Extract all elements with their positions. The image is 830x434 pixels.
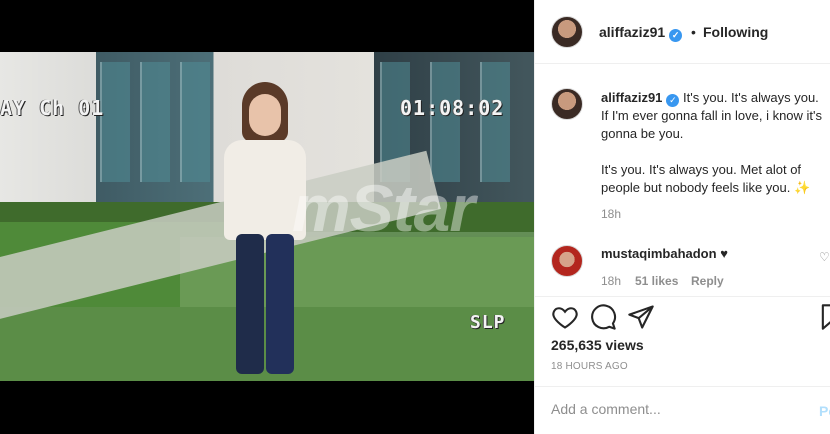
separator-dot: •	[691, 24, 696, 40]
caption-text: aliffaziz91 ✓ It's you. It's always you. …	[601, 89, 823, 197]
post-header: aliffaziz91 ✓ • Following	[535, 0, 830, 64]
verified-badge-icon: ✓	[669, 29, 683, 42]
caption-username[interactable]: aliffaziz91	[601, 90, 662, 105]
vhs-mode-overlay: SLP	[470, 312, 506, 333]
save-bookmark-icon[interactable]	[817, 303, 830, 331]
verified-badge-icon: ✓	[666, 94, 680, 107]
add-comment-input[interactable]	[551, 401, 791, 417]
post-comment-button[interactable]: Po	[819, 403, 830, 419]
commenter-username[interactable]: mustaqimbahadon	[601, 246, 717, 261]
view-count[interactable]: 265,635 views	[551, 337, 644, 353]
vhs-timecode-overlay: 01:08:02	[400, 96, 505, 120]
comment-bubble-icon[interactable]	[589, 303, 617, 331]
comment-reply-button[interactable]: Reply	[691, 274, 724, 288]
commenter-avatar[interactable]	[551, 245, 583, 277]
vhs-channel-overlay: AY Ch 01	[0, 96, 105, 120]
caption-author-avatar[interactable]	[551, 88, 583, 120]
author-username[interactable]: aliffaziz91 ✓	[599, 24, 683, 42]
instagram-post-view: AY Ch 01 01:08:02 SLP mStar aliffaziz91 ✓…	[0, 0, 830, 434]
add-comment-bar: Po	[535, 386, 830, 434]
watermark-logo: mStar	[292, 171, 475, 245]
caption-time[interactable]: 18h	[601, 207, 621, 221]
post-side-panel: aliffaziz91 ✓ • Following aliffaziz91 ✓ It…	[534, 0, 830, 434]
like-comment-heart-icon[interactable]: ♡	[819, 250, 830, 264]
post-timestamp[interactable]: 18 HOURS AGO	[551, 361, 628, 372]
comment-heart-emoji: ♥	[720, 246, 728, 261]
comment-likes[interactable]: 51 likes	[635, 274, 678, 288]
caption-line-2: It's you. It's always you. Met alot of p…	[601, 162, 811, 195]
comments-list: aliffaziz91 ✓ It's you. It's always you. …	[535, 64, 830, 296]
share-send-icon[interactable]	[627, 303, 655, 331]
comment-text: mustaqimbahadon ♥	[601, 245, 823, 263]
media-area: AY Ch 01 01:08:02 SLP mStar	[0, 0, 534, 434]
following-button[interactable]: Following	[703, 24, 768, 40]
author-avatar[interactable]	[551, 16, 583, 48]
comment-time[interactable]: 18h	[601, 274, 621, 288]
post-video[interactable]: AY Ch 01 01:08:02 SLP mStar	[0, 52, 534, 381]
like-heart-icon[interactable]	[551, 303, 579, 331]
